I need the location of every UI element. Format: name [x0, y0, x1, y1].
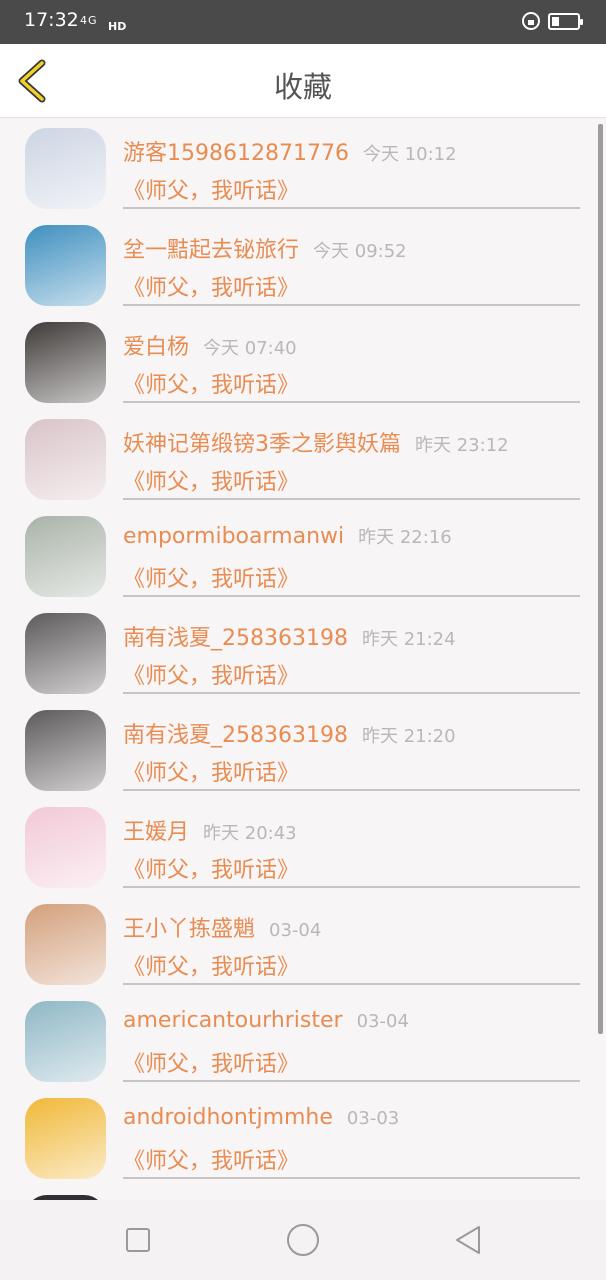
avatar[interactable] [25, 128, 106, 209]
recents-square-icon[interactable] [126, 1228, 150, 1252]
app-header: 收藏 [0, 44, 606, 118]
avatar[interactable] [25, 516, 106, 597]
avatar[interactable] [25, 225, 106, 306]
list-item[interactable]: 南有浅夏_258363198 昨天 21:20 《师父，我听话》 [0, 700, 606, 797]
user-name: empormiboarmanwi 昨天 22:16 [123, 523, 452, 549]
divider [123, 692, 580, 694]
divider [123, 595, 580, 597]
user-name-text: 王小丫拣盛魈 [123, 917, 256, 942]
list-item[interactable]: androidhontjmmhe 03-03 《师父，我听话》 [0, 1088, 606, 1185]
divider [123, 1177, 580, 1179]
divider [123, 1080, 580, 1082]
list-item[interactable]: 妖神记第缎镑3季之影舆妖篇 昨天 23:12 《师父，我听话》 [0, 409, 606, 506]
user-name: americantourhrister 03-04 [123, 1008, 409, 1033]
divider [123, 401, 580, 403]
avatar[interactable] [25, 807, 106, 888]
divider [123, 498, 580, 500]
user-name: 南有浅夏_258363198 昨天 21:20 [123, 717, 456, 749]
timestamp: 03-03 [346, 1108, 400, 1129]
book-title: 《师父，我听话》 [123, 179, 300, 204]
list-item[interactable]: empormiboarmanwi 昨天 22:16 《师父，我听话》 [0, 506, 606, 603]
user-name: 王小丫拣盛魈 03-04 [123, 911, 321, 943]
timestamp: 昨天 21:20 [361, 726, 456, 747]
avatar[interactable] [25, 613, 106, 694]
timestamp: 昨天 23:12 [415, 435, 509, 456]
status-bar: 17:32 4G HD [0, 0, 606, 44]
book-title: 《师父，我听话》 [123, 1149, 300, 1174]
user-name-text: empormiboarmanwi [123, 524, 345, 549]
user-name: 王媛月 昨天 20:43 [123, 814, 297, 846]
back-triangle-icon[interactable] [453, 1225, 483, 1255]
user-name: androidhontjmmhe 03-03 [123, 1105, 399, 1130]
user-name-text: americantourhrister [123, 1008, 343, 1033]
user-name: 游客1598612871776 今天 10:12 [123, 135, 457, 167]
timestamp: 03-04 [356, 1011, 409, 1032]
divider [123, 983, 580, 985]
book-title: 《师父，我听话》 [123, 470, 300, 495]
signal-icon: 4G [80, 14, 98, 27]
user-name-text: 南有浅夏_258363198 [123, 723, 348, 748]
page-title: 收藏 [273, 70, 332, 104]
avatar[interactable] [25, 1098, 106, 1179]
list-item[interactable]: americantourhrister 03-04 《师父，我听话》 [0, 991, 606, 1088]
book-title: 《师父，我听话》 [123, 761, 300, 786]
list-item[interactable]: 游客1598612871776 今天 10:12 《师父，我听话》 [0, 118, 606, 215]
favorites-list[interactable]: 游客1598612871776 今天 10:12 《师父，我听话》 坌一黠起去铋旅行今… [0, 118, 606, 1200]
user-name-text: 王媛月 [123, 820, 190, 845]
avatar[interactable] [25, 419, 106, 500]
list-item[interactable]: 坌一黠起去铋旅行 今天 09:52 《师父，我听话》 [0, 215, 606, 312]
book-title: 《师父，我听话》 [123, 858, 300, 883]
user-name-text: 爱白杨 [123, 335, 190, 360]
scrollbar[interactable] [598, 124, 603, 1034]
divider [123, 789, 580, 791]
system-nav-bar [0, 1200, 606, 1280]
timestamp: 03-04 [269, 920, 322, 941]
divider [123, 304, 580, 306]
user-name-text: 妖神记第缎镑3季之影舆妖篇 [123, 432, 401, 457]
avatar[interactable] [25, 322, 106, 403]
avatar[interactable] [25, 1001, 106, 1082]
rotation-lock-icon [522, 12, 540, 30]
user-name: 南有浅夏_258363198 昨天 21:24 [123, 620, 456, 652]
divider [123, 207, 580, 209]
user-name-text: 游客1598612871776 [123, 141, 349, 166]
user-name-text: 南有浅夏_258363198 [123, 626, 348, 651]
wifi-hd-icon: HD [108, 20, 127, 33]
timestamp: 昨天 22:16 [358, 527, 452, 548]
book-title: 《师父，我听话》 [123, 1052, 300, 1077]
book-title: 《师父，我听话》 [123, 276, 300, 301]
home-circle-icon[interactable] [287, 1224, 319, 1256]
list-item[interactable]: 爱白杨 今天 07:40 《师父，我听话》 [0, 312, 606, 409]
battery-icon [548, 12, 583, 30]
book-title: 《师父，我听话》 [123, 664, 300, 689]
user-name: 妖神记第缎镑3季之影舆妖篇 昨天 23:12 [123, 426, 509, 458]
user-name: 坌一黠起去铋旅行 今天 09:52 [123, 232, 407, 264]
list-item[interactable]: 王小丫拣盛魈 03-04 《师父，我听话》 [0, 894, 606, 991]
user-name-text: 坌一黠起去铋旅行 [123, 238, 300, 263]
avatar[interactable] [25, 904, 106, 985]
book-title: 《师父，我听话》 [123, 567, 300, 592]
timestamp: 昨天 20:43 [203, 823, 297, 844]
timestamp: 昨天 21:24 [361, 629, 456, 650]
list-item[interactable]: 南有浅夏_258363198 昨天 21:24 《师父，我听话》 [0, 603, 606, 700]
user-name: 爱白杨 今天 07:40 [123, 329, 297, 361]
status-time: 17:32 [24, 9, 79, 31]
user-name-text: androidhontjmmhe [123, 1105, 333, 1130]
timestamp: 今天 09:52 [313, 241, 407, 262]
book-title: 《师父，我听话》 [123, 955, 300, 980]
divider [123, 886, 580, 888]
book-title: 《师父，我听话》 [123, 373, 300, 398]
avatar[interactable] [25, 710, 106, 791]
timestamp: 今天 07:40 [203, 338, 297, 359]
timestamp: 今天 10:12 [362, 144, 457, 165]
list-item[interactable]: 王媛月 昨天 20:43 《师父，我听话》 [0, 797, 606, 894]
